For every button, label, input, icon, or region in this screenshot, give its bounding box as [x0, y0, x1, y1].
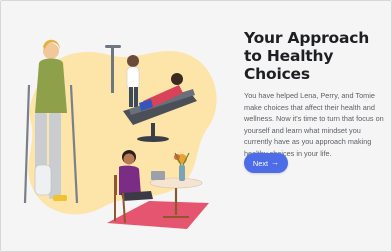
arrow-right-icon: → — [271, 158, 280, 167]
page-title: Your Approach to Healthy Choices — [244, 29, 370, 83]
hero-illustration — [23, 39, 217, 229]
lesson-text: Your Approach to Healthy Choices You hav… — [244, 29, 384, 159]
lesson-description: You have helped Lena, Perry, and Tomie m… — [244, 91, 384, 158]
next-button[interactable]: Next → — [244, 153, 288, 173]
lesson-panel: Your Approach to Healthy Choices You hav… — [0, 0, 392, 252]
next-button-label: Next — [252, 158, 269, 168]
